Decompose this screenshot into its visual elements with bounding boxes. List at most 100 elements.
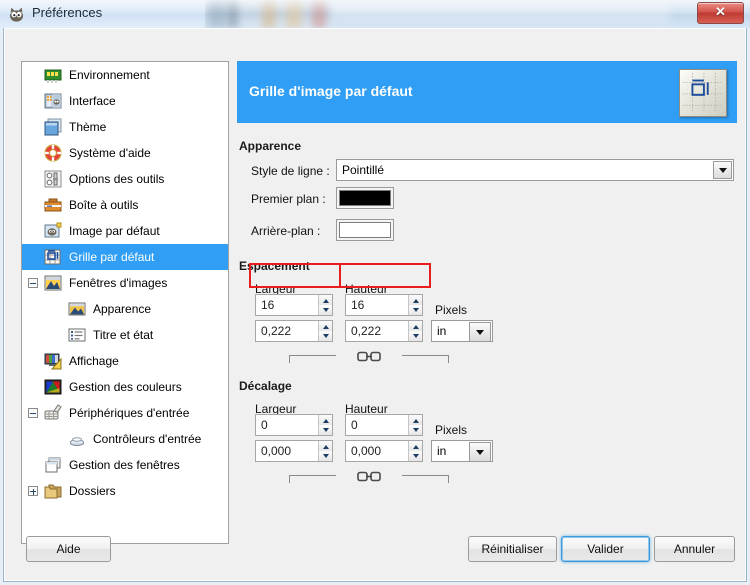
stepper-up-icon[interactable] <box>408 295 422 305</box>
spacing-height-in-stepper[interactable] <box>408 321 422 341</box>
spacing-section-title: Espacement <box>239 259 310 273</box>
sidebar-item-label: Environnement <box>69 68 150 82</box>
tool-options-icon <box>44 170 62 188</box>
spacing-width-in-input[interactable]: 0,222 <box>255 320 333 342</box>
broken-chain-icon[interactable] <box>357 471 381 482</box>
spacing-height-px-stepper[interactable] <box>408 295 422 315</box>
sidebar-item-fen-tres-d-images[interactable]: Fenêtres d'images <box>22 270 228 296</box>
cancel-button[interactable]: Annuler <box>654 536 735 562</box>
sidebar-item-p-riph-riques-d-entr-e[interactable]: Périphériques d'entrée <box>22 400 228 426</box>
offset-height-px-input[interactable]: 0 <box>345 414 423 436</box>
sidebar-item-label: Fenêtres d'images <box>69 276 167 290</box>
sidebar-item-label: Thème <box>69 120 106 134</box>
stepper-down-icon[interactable] <box>318 305 332 315</box>
spacing-width-px-input[interactable]: 16 <box>255 294 333 316</box>
sidebar-item-contr-leurs-d-entr-e[interactable]: Contrôleurs d'entrée <box>22 426 228 452</box>
sidebar-item-interface[interactable]: Interface <box>22 88 228 114</box>
stepper-down-icon[interactable] <box>408 331 422 341</box>
stepper-up-icon[interactable] <box>408 321 422 331</box>
offset-width-px-stepper[interactable] <box>318 415 332 435</box>
close-button[interactable]: ✕ <box>697 2 744 24</box>
offset-width-in-value: 0,000 <box>261 444 291 458</box>
offset-height-in-value: 0,000 <box>351 444 381 458</box>
stepper-down-icon[interactable] <box>408 451 422 461</box>
stepper-down-icon[interactable] <box>408 305 422 315</box>
help-button[interactable]: Aide <box>26 536 111 562</box>
spacing-width-in-stepper[interactable] <box>318 321 332 341</box>
spacing-pixels-label: Pixels <box>435 303 467 317</box>
spacing-height-in-input[interactable]: 0,222 <box>345 320 423 342</box>
stepper-up-icon[interactable] <box>318 295 332 305</box>
stepper-down-icon[interactable] <box>318 425 332 435</box>
sidebar-item-gestion-des-couleurs[interactable]: Gestion des couleurs <box>22 374 228 400</box>
sidebar-item-syst-me-d-aide[interactable]: Système d'aide <box>22 140 228 166</box>
stepper-up-icon[interactable] <box>408 441 422 451</box>
folders-icon <box>44 482 62 500</box>
preferences-category-list[interactable]: Environnement Interface Thème Système d'aid… <box>21 61 229 544</box>
toolbox-icon <box>44 196 62 214</box>
interface-icon <box>44 92 62 110</box>
sidebar-item-options-des-outils[interactable]: Options des outils <box>22 166 228 192</box>
stepper-up-icon[interactable] <box>408 415 422 425</box>
chevron-down-icon[interactable] <box>469 322 491 342</box>
stepper-up-icon[interactable] <box>318 415 332 425</box>
sidebar-item-affichage[interactable]: Affichage <box>22 348 228 374</box>
stepper-down-icon[interactable] <box>408 425 422 435</box>
offset-width-in-stepper[interactable] <box>318 441 332 461</box>
offset-chain-link[interactable] <box>289 469 449 483</box>
background-color-button[interactable] <box>336 219 394 241</box>
sidebar-item-gestion-des-fen-tres[interactable]: Gestion des fenêtres <box>22 452 228 478</box>
reset-button[interactable]: Réinitialiser <box>468 536 557 562</box>
sidebar-item-apparence[interactable]: Apparence <box>22 296 228 322</box>
sidebar-item-label: Grille par défaut <box>69 250 154 264</box>
spacing-width-px-value: 16 <box>261 298 274 312</box>
offset-height-in-stepper[interactable] <box>408 441 422 461</box>
cancel-button-label: Annuler <box>674 542 715 556</box>
sidebar-item-image-par-d-faut[interactable]: Image par défaut <box>22 218 228 244</box>
sidebar-item-grille-par-d-faut[interactable]: Grille par défaut <box>22 244 228 270</box>
tree-collapse-icon[interactable] <box>28 408 38 418</box>
appearance-icon <box>68 300 86 318</box>
image-windows-icon <box>44 274 62 292</box>
line-style-value: Pointillé <box>342 163 384 177</box>
stepper-down-icon[interactable] <box>318 331 332 341</box>
offset-unit-combo[interactable]: in <box>431 440 493 462</box>
spacing-width-px-stepper[interactable] <box>318 295 332 315</box>
preferences-window: Préférences ✕ EnvironnementInterfaceThèm… <box>0 0 750 585</box>
gimp-wilber-icon <box>8 6 25 23</box>
offset-height-px-stepper[interactable] <box>408 415 422 435</box>
tree-expand-icon[interactable] <box>28 486 38 496</box>
sidebar-item-th-me[interactable]: Thème <box>22 114 228 140</box>
sidebar-item-label: Interface <box>69 94 116 108</box>
stepper-up-icon[interactable] <box>318 441 332 451</box>
theme-window-icon <box>44 118 62 136</box>
chevron-down-icon[interactable] <box>469 442 491 462</box>
broken-chain-icon[interactable] <box>357 351 381 362</box>
offset-height-in-input[interactable]: 0,000 <box>345 440 423 462</box>
offset-width-in-input[interactable]: 0,000 <box>255 440 333 462</box>
spacing-chain-link[interactable] <box>289 349 449 363</box>
title-bar-gloss <box>0 0 750 13</box>
spacing-unit-value: in <box>437 324 446 338</box>
foreground-label: Premier plan : <box>251 192 326 206</box>
stepper-up-icon[interactable] <box>318 321 332 331</box>
offset-unit-value: in <box>437 444 446 458</box>
stepper-down-icon[interactable] <box>318 451 332 461</box>
sidebar-item-label: Boîte à outils <box>69 198 138 212</box>
offset-width-px-input[interactable]: 0 <box>255 414 333 436</box>
sidebar-item-titre-et-tat[interactable]: Titre et état <box>22 322 228 348</box>
sidebar-item-label: Dossiers <box>69 484 116 498</box>
line-style-combo[interactable]: Pointillé <box>336 159 734 181</box>
sidebar-item-dossiers[interactable]: Dossiers <box>22 478 228 504</box>
window-management-icon <box>44 456 62 474</box>
color-management-icon <box>44 378 62 396</box>
foreground-color-button[interactable] <box>336 187 394 209</box>
sidebar-item-bo-te-outils[interactable]: Boîte à outils <box>22 192 228 218</box>
spacing-height-px-input[interactable]: 16 <box>345 294 423 316</box>
tree-collapse-icon[interactable] <box>28 278 38 288</box>
sidebar-item-environnement[interactable]: Environnement <box>22 62 228 88</box>
spacing-unit-combo[interactable]: in <box>431 320 493 342</box>
ok-button[interactable]: Valider <box>561 536 650 562</box>
spacing-height-px-value: 16 <box>351 298 364 312</box>
chevron-down-icon[interactable] <box>713 161 732 179</box>
